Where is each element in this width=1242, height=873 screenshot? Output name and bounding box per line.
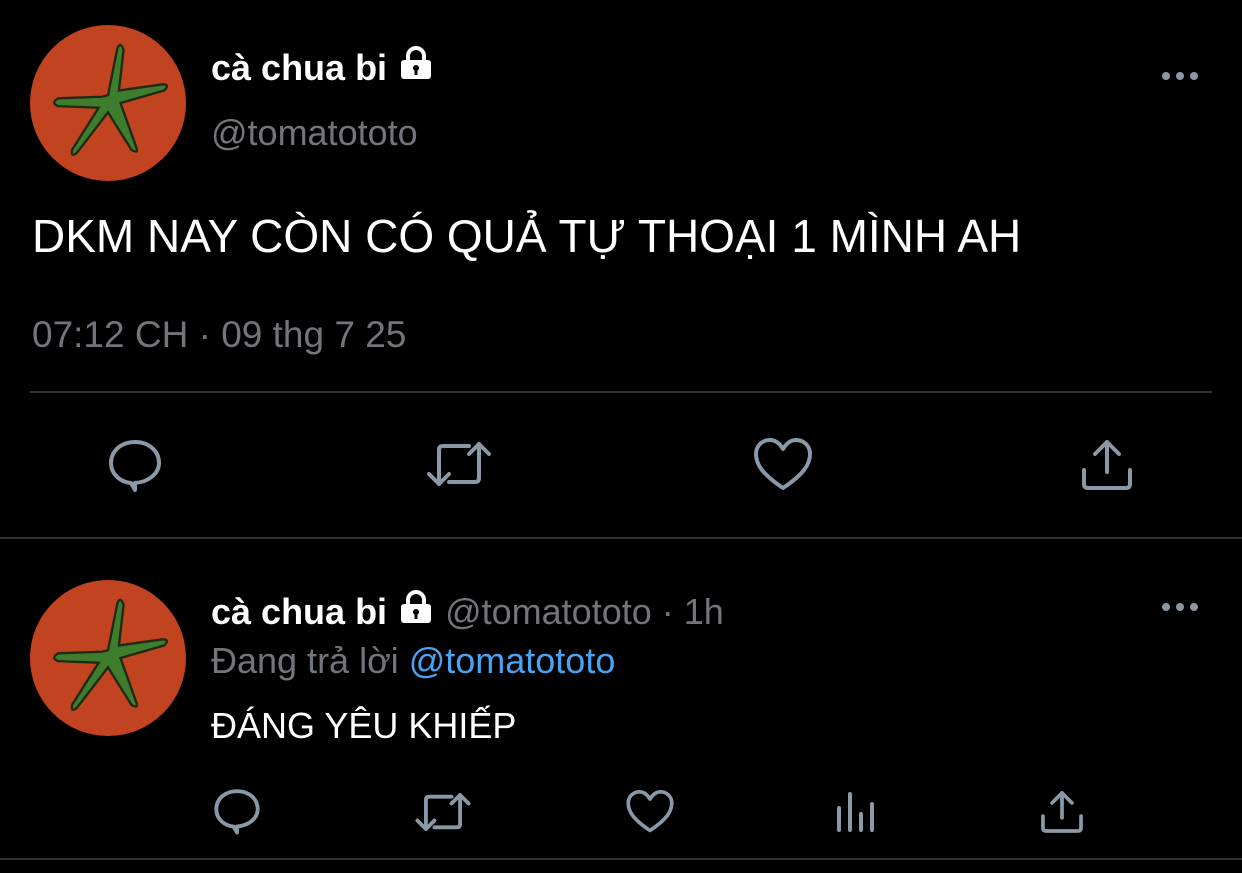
reply-retweet-button[interactable] (414, 788, 472, 836)
like-icon (754, 438, 812, 490)
main-avatar[interactable] (30, 25, 186, 181)
replying-prefix: Đang trả lời (211, 640, 399, 681)
main-display-name[interactable]: cà chua bi (211, 46, 435, 89)
reply-more-button[interactable] (1160, 592, 1200, 622)
main-reply-button[interactable] (106, 436, 164, 494)
replying-to-line: Đang trả lời @tomatototo (211, 640, 615, 682)
main-timestamp[interactable]: 07:12 CH · 09 thg 7 25 (32, 313, 406, 357)
reply-share-button[interactable] (1038, 788, 1086, 836)
more-icon (1162, 72, 1198, 80)
reply-icon (214, 789, 260, 835)
main-time: 07:12 CH (32, 314, 189, 355)
views-icon (837, 792, 874, 832)
retweet-icon (427, 442, 491, 486)
section-divider (0, 537, 1242, 539)
main-tweet-text: DKM NAY CÒN CÓ QUẢ TỰ THOẠI 1 MÌNH AH (32, 210, 1022, 262)
share-icon (1041, 791, 1083, 833)
like-icon (626, 790, 674, 833)
reply-display-name[interactable]: cà chua bi (211, 591, 387, 632)
main-like-button[interactable] (752, 436, 814, 494)
reply-handle[interactable]: @tomatototo (445, 591, 652, 632)
retweet-icon (415, 793, 471, 831)
reply-reply-button[interactable] (212, 786, 262, 836)
lock-icon (397, 46, 435, 89)
tomato-avatar-image (53, 43, 169, 156)
reply-icon (109, 440, 161, 492)
reply-separator: · (661, 591, 674, 632)
more-icon (1162, 603, 1198, 611)
main-date: 09 thg 7 25 (221, 314, 407, 355)
reply-tweet-text: ĐÁNG YÊU KHIẾP (211, 705, 517, 746)
replying-mention-link[interactable]: @tomatototo (409, 640, 616, 681)
bottom-divider (0, 858, 1242, 860)
main-share-button[interactable] (1078, 436, 1136, 494)
reply-header: cà chua bi @tomatototo · 1h (211, 590, 724, 633)
reply-avatar[interactable] (30, 580, 186, 736)
main-divider (30, 391, 1212, 393)
reply-like-button[interactable] (625, 788, 675, 836)
main-handle[interactable]: @tomatototo (211, 112, 418, 154)
share-icon (1082, 440, 1132, 490)
main-separator: · (198, 314, 211, 355)
tomato-avatar-image (53, 598, 169, 711)
main-retweet-button[interactable] (425, 436, 493, 492)
reply-views-button[interactable] (833, 790, 879, 834)
reply-age[interactable]: 1h (684, 591, 724, 632)
main-more-button[interactable] (1160, 60, 1200, 90)
lock-icon (397, 590, 435, 633)
